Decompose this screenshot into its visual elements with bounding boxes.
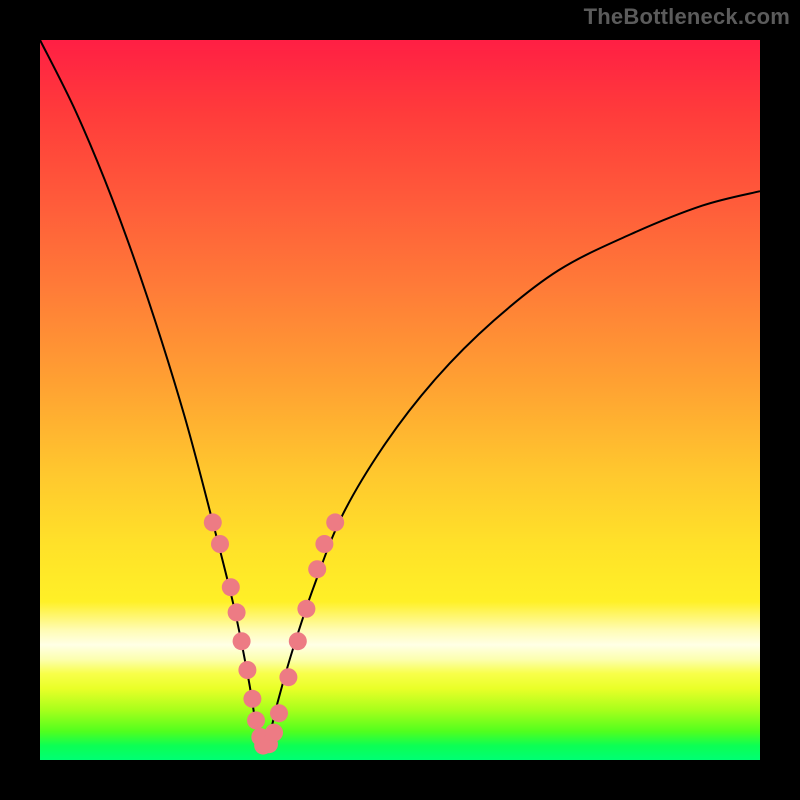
data-marker (315, 535, 333, 553)
data-marker (204, 513, 222, 531)
data-marker (222, 578, 240, 596)
watermark-text: TheBottleneck.com (584, 4, 790, 30)
data-marker (289, 632, 307, 650)
data-marker (228, 603, 246, 621)
data-marker (233, 632, 251, 650)
data-marker (238, 661, 256, 679)
data-marker (243, 690, 261, 708)
data-marker (211, 535, 229, 553)
data-marker (297, 600, 315, 618)
marker-layer (204, 513, 344, 754)
data-marker (326, 513, 344, 531)
data-marker (270, 704, 288, 722)
data-marker (265, 724, 283, 742)
data-marker (247, 711, 265, 729)
plot-svg (40, 40, 760, 760)
data-marker (279, 668, 297, 686)
chart-frame: TheBottleneck.com (0, 0, 800, 800)
bottleneck-curve (40, 40, 760, 746)
data-marker (308, 560, 326, 578)
